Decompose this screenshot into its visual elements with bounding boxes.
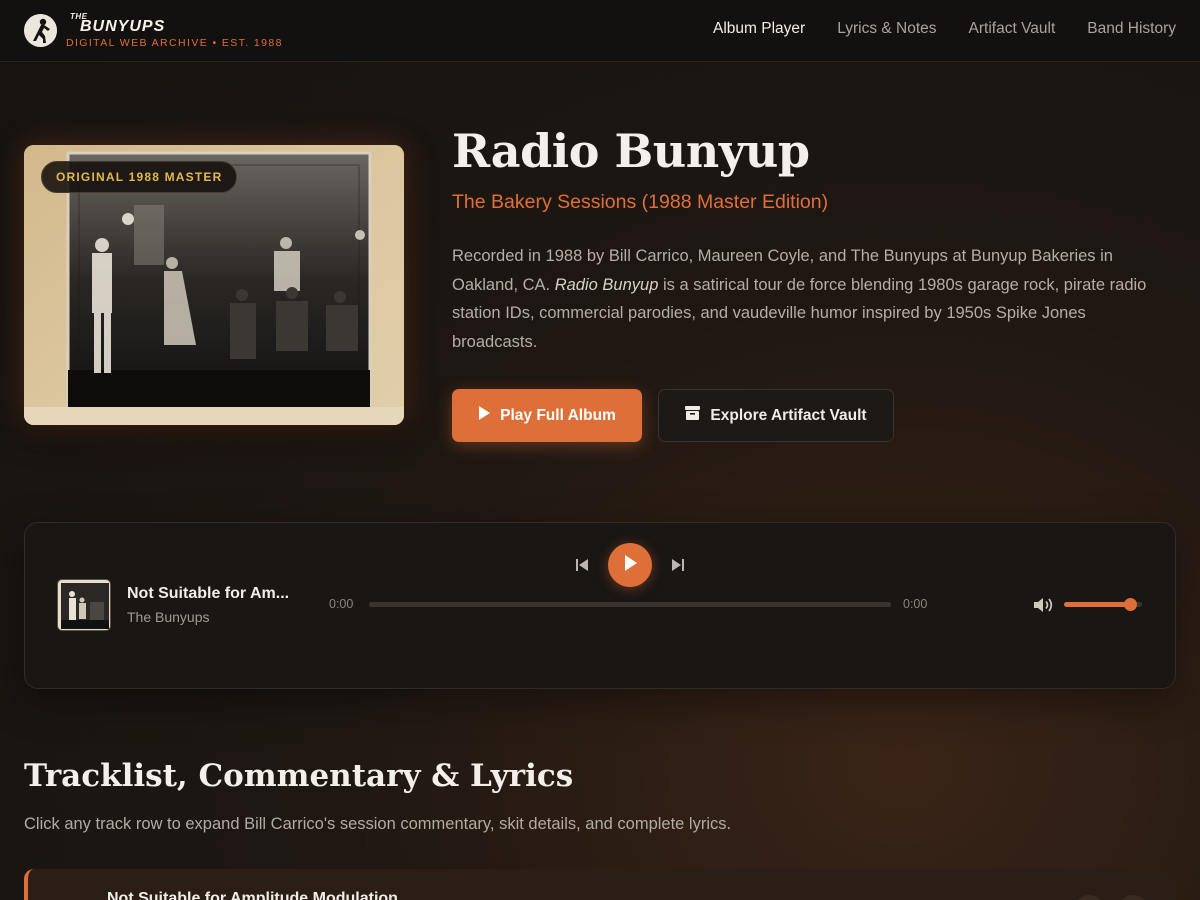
- track-row-action-button[interactable]: [1074, 895, 1104, 900]
- volume-fill: [1064, 602, 1131, 607]
- explore-vault-button[interactable]: Explore Artifact Vault: [658, 389, 894, 442]
- total-time: 0:00: [903, 597, 928, 611]
- volume-knob[interactable]: [1123, 598, 1137, 611]
- now-playing-artist: The Bunyups: [127, 609, 210, 625]
- player-play-button[interactable]: [608, 543, 652, 587]
- logo-tagline: DIGITAL WEB ARCHIVE • EST. 1988: [66, 37, 283, 49]
- play-full-album-button[interactable]: Play Full Album: [452, 389, 642, 442]
- archive-box-icon: [685, 406, 701, 425]
- now-playing-title: Not Suitable for Am...: [127, 585, 290, 602]
- master-badge: ORIGINAL 1988 MASTER: [41, 161, 238, 193]
- nav-artifact-vault[interactable]: Artifact Vault: [969, 20, 1056, 38]
- now-playing-thumbnail: [57, 579, 111, 631]
- current-time: 0:00: [329, 597, 354, 611]
- track-row-title: Not Suitable for Amplitude Modulation: [107, 890, 398, 900]
- play-icon: [623, 554, 637, 576]
- tracklist-description: Click any track row to expand Bill Carri…: [24, 815, 732, 833]
- main-nav: Album Player Lyrics & Notes Artifact Vau…: [713, 20, 1176, 38]
- album-subtitle: The Bakery Sessions (1988 Master Edition…: [452, 191, 829, 213]
- progress-bar[interactable]: [369, 602, 891, 607]
- album-title: Radio Bunyup: [452, 124, 810, 178]
- play-full-album-label: Play Full Album: [500, 406, 616, 424]
- explore-vault-label: Explore Artifact Vault: [710, 406, 867, 424]
- track-row[interactable]: Not Suitable for Amplitude Modulation: [24, 869, 1176, 900]
- logo-wordmark[interactable]: BUNYUPS: [80, 18, 165, 36]
- tracklist-heading: Tracklist, Commentary & Lyrics: [24, 758, 574, 794]
- nav-lyrics-notes[interactable]: Lyrics & Notes: [837, 20, 936, 38]
- description-album-name: Radio Bunyup: [554, 275, 659, 294]
- skip-back-icon[interactable]: [573, 556, 591, 574]
- play-icon: [478, 406, 491, 425]
- nav-band-history[interactable]: Band History: [1087, 20, 1176, 38]
- volume-icon[interactable]: [1033, 596, 1055, 614]
- skip-forward-icon[interactable]: [669, 556, 687, 574]
- site-header: THE BUNYUPS DIGITAL WEB ARCHIVE • EST. 1…: [0, 0, 1200, 62]
- album-description: Recorded in 1988 by Bill Carrico, Mauree…: [452, 242, 1172, 357]
- nav-album-player[interactable]: Album Player: [713, 20, 805, 38]
- track-row-expand-button[interactable]: [1118, 895, 1148, 900]
- logo-runner-icon[interactable]: [24, 14, 57, 47]
